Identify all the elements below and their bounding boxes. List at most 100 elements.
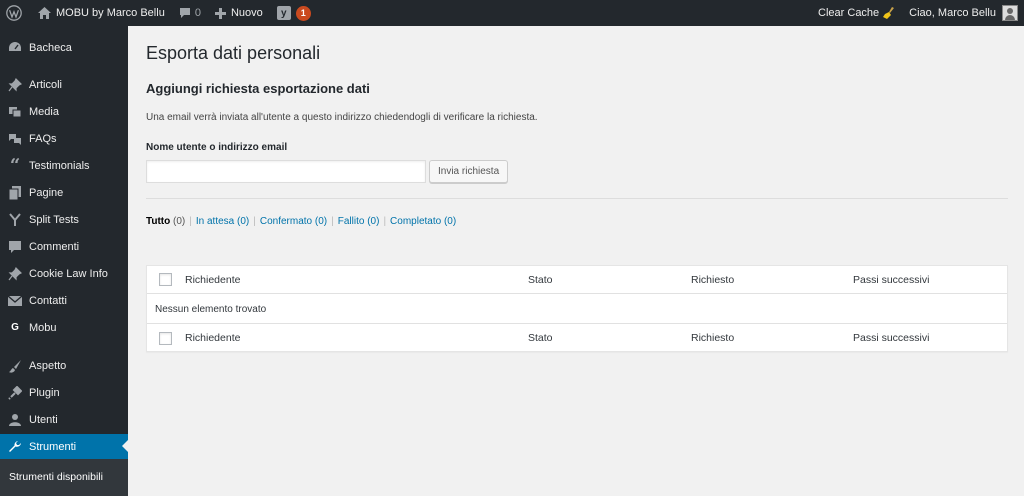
table-footer-row: Richiedente Stato Richiesto Passi succes… [147, 323, 1007, 352]
sidebar-item-strumenti[interactable]: Strumenti [0, 434, 128, 459]
my-account-menu[interactable]: Ciao, Marco Bellu [902, 0, 1024, 26]
filter-completed[interactable]: Completato (0) [390, 216, 456, 227]
dashboard-icon [7, 40, 23, 56]
sidebar-item-articoli[interactable]: Articoli [0, 72, 128, 97]
sidebar-item-label: Aspetto [29, 359, 67, 372]
notification-badge: 1 [295, 5, 311, 21]
filter-label: Tutto [146, 216, 171, 227]
username-email-input[interactable] [146, 160, 426, 183]
admin-sidebar: Bacheca Articoli Media FAQs “ Testimonia… [0, 26, 128, 496]
comments-link[interactable]: 0 [172, 0, 208, 26]
column-footer-status: Stato [528, 332, 553, 344]
filter-separator: | [383, 216, 387, 227]
g-logo-icon: G [11, 322, 19, 333]
username-email-label: Nome utente o indirizzo email [146, 142, 288, 153]
column-footer-requester[interactable]: Richiedente [185, 332, 240, 344]
media-icon [7, 104, 23, 120]
filter-count: (0) [173, 216, 186, 227]
sidebar-item-label: Split Tests [29, 213, 79, 226]
sidebar-item-plugin[interactable]: Plugin [0, 380, 128, 405]
quote-icon: “ [9, 154, 21, 176]
sidebar-item-aspetto[interactable]: Aspetto [0, 353, 128, 378]
filter-count: (0) [314, 216, 328, 227]
sidebar-item-media[interactable]: Media [0, 99, 128, 124]
column-footer-next-steps: Passi successivi [853, 332, 930, 344]
sidebar-item-label: Media [29, 105, 59, 118]
wordpress-logo-icon[interactable] [0, 0, 31, 26]
select-all-checkbox[interactable] [159, 273, 172, 286]
table-row: Nessun elemento trovato [147, 295, 1007, 323]
table-header-row: Richiedente Stato Richiesto Passi succes… [147, 266, 1007, 294]
sidebar-item-label: Cookie Law Info [29, 267, 108, 280]
site-name-label: MOBU by Marco Bellu [56, 7, 165, 19]
filter-label: Confermato [259, 216, 313, 227]
yoast-menu[interactable]: y 1 [270, 0, 318, 26]
sidebar-item-contatti[interactable]: Contatti [0, 288, 128, 313]
comment-bubble-icon [179, 7, 191, 19]
column-header-next-steps: Passi successivi [853, 273, 930, 286]
comments-count: 0 [194, 7, 201, 19]
clear-cache-button[interactable]: Clear Cache [811, 0, 902, 26]
sidebar-item-cookie-law-info[interactable]: Cookie Law Info [0, 261, 128, 286]
filter-count: (0) [443, 216, 457, 227]
admin-bar: MOBU by Marco Bellu 0 Nuovo y 1 Clear Ca… [0, 0, 1024, 26]
faq-icon [7, 131, 23, 147]
plus-icon [214, 7, 226, 19]
filter-label: In attesa [195, 216, 235, 227]
sidebar-item-pagine[interactable]: Pagine [0, 180, 128, 205]
brush-icon [7, 358, 23, 374]
sidebar-item-bacheca[interactable]: Bacheca [0, 35, 128, 60]
divider [146, 198, 1008, 199]
filter-count: (0) [367, 216, 380, 227]
filter-confirmed[interactable]: Confermato (0) [260, 216, 327, 227]
sidebar-item-label: Contatti [29, 294, 67, 307]
requests-table: Richiedente Stato Richiesto Passi succes… [146, 265, 1008, 352]
new-content-link[interactable]: Nuovo [208, 0, 270, 26]
status-filters: Tutto (0) | In attesa (0) | Confermato (… [146, 216, 456, 227]
submenu-item-strumenti-disponibili[interactable]: Strumenti disponibili [9, 471, 103, 483]
sidebar-item-label: Strumenti [29, 440, 77, 453]
greeting-label: Ciao, Marco Bellu [909, 7, 996, 19]
broom-icon [883, 7, 895, 19]
column-header-status: Stato [528, 273, 553, 286]
sidebar-item-mobu[interactable]: G Mobu [0, 315, 128, 340]
sidebar-item-label: Commenti [29, 240, 80, 253]
sidebar-item-split-tests[interactable]: Split Tests [0, 207, 128, 232]
filter-pending[interactable]: In attesa (0) [196, 216, 249, 227]
site-name-link[interactable]: MOBU by Marco Bellu [31, 0, 172, 26]
wrench-icon [7, 439, 23, 455]
sidebar-item-label: Mobu [29, 321, 57, 334]
home-icon [38, 7, 51, 19]
page-title: Esporta dati personali [146, 43, 321, 63]
column-footer-requested[interactable]: Richiesto [691, 332, 734, 344]
filter-failed[interactable]: Fallito (0) [338, 216, 380, 227]
sidebar-item-utenti[interactable]: Utenti [0, 407, 128, 432]
sidebar-item-label: FAQs [29, 132, 57, 145]
filter-all[interactable]: Tutto (0) [146, 216, 185, 227]
column-header-requester[interactable]: Richiedente [185, 274, 240, 286]
split-icon [7, 212, 23, 228]
send-request-button[interactable]: Invia richiesta [429, 160, 509, 183]
sidebar-item-faqs[interactable]: FAQs [0, 126, 128, 151]
filter-separator: | [189, 216, 192, 227]
sidebar-item-commenti[interactable]: Commenti [0, 234, 128, 259]
sidebar-item-label: Testimonials [29, 159, 90, 172]
filter-label: Completato [390, 216, 442, 227]
filter-separator: | [253, 216, 256, 227]
sidebar-item-label: Utenti [29, 413, 58, 426]
clear-cache-label: Clear Cache [818, 7, 880, 19]
submenu-strumenti: Strumenti disponibili [0, 459, 128, 496]
sidebar-item-label: Articoli [29, 78, 63, 91]
filter-separator: | [331, 216, 334, 227]
select-all-checkbox-footer[interactable] [159, 331, 172, 345]
section-description: Una email verrà inviata all'utente a que… [146, 112, 538, 123]
filter-count: (0) [237, 216, 250, 227]
plugin-icon [7, 385, 23, 401]
comment-icon [7, 239, 23, 255]
pin-icon [7, 77, 23, 93]
sidebar-item-testimonials[interactable]: “ Testimonials [0, 153, 128, 178]
sidebar-item-label: Plugin [29, 386, 60, 399]
filter-label: Fallito [337, 216, 365, 227]
column-header-requested[interactable]: Richiesto [691, 274, 734, 286]
section-title: Aggiungi richiesta esportazione dati [146, 81, 370, 96]
